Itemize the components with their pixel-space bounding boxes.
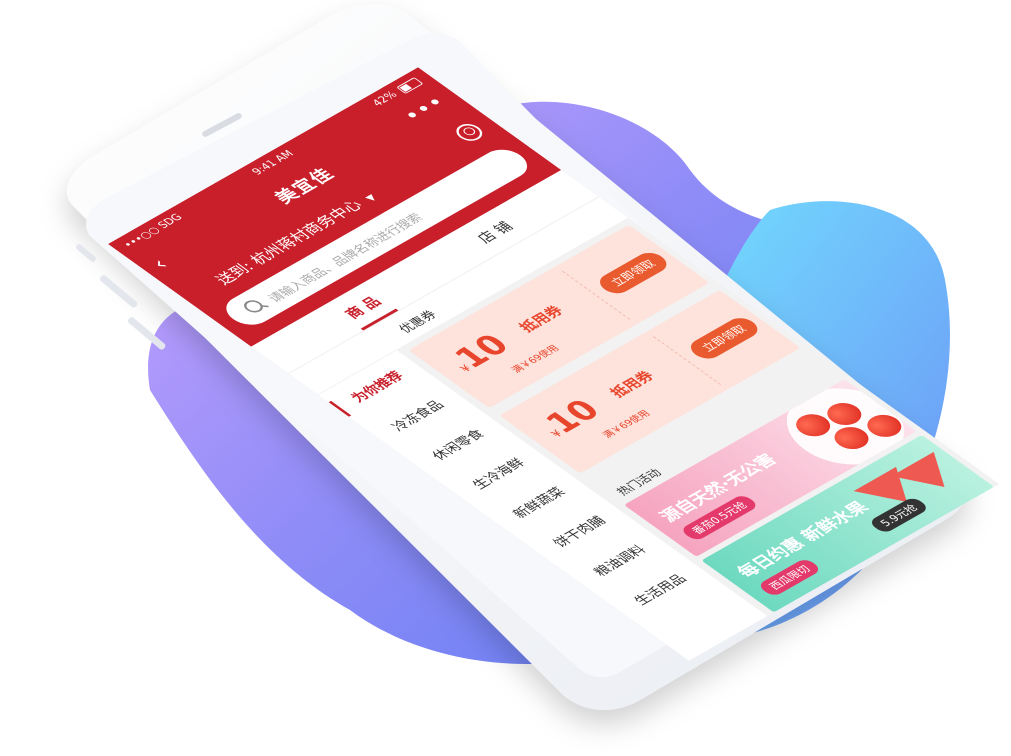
claim-coupon-button[interactable]: 立即领取 [684, 314, 764, 363]
coupon-condition: 满￥69使用 [600, 409, 654, 441]
chevron-down-icon: ▼ [363, 193, 380, 204]
coupon-condition: 满￥69使用 [509, 343, 563, 376]
coupon-amount: ¥10 [440, 328, 519, 378]
coupon-amount: ¥10 [531, 393, 610, 444]
coupon-value: 10 [446, 328, 519, 375]
tab-stores[interactable]: 店 铺 [472, 218, 518, 247]
coupon-value: 10 [537, 393, 610, 440]
location-prefix: 送到: [211, 258, 258, 288]
claim-coupon-button[interactable]: 立即领取 [593, 248, 673, 298]
tab-products[interactable]: 商 品 [340, 293, 386, 322]
marketing-stage: •••○○ SDG 9:41 AM 42% ‹ 美宜佳 ••• 送到: 杭州蒋村… [0, 0, 1011, 756]
search-icon [240, 297, 267, 315]
coupon-name: 抵用券 [515, 303, 568, 335]
user-icon[interactable] [451, 120, 488, 145]
coupon-name: 抵用券 [606, 368, 659, 401]
